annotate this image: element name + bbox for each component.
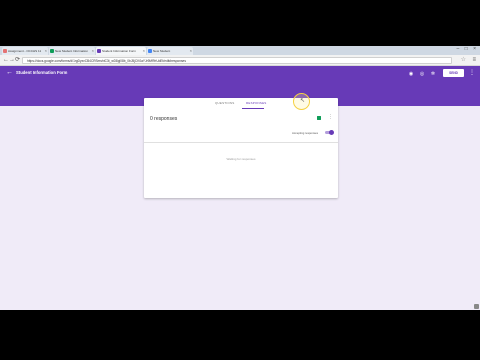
responses-more-icon[interactable]: ⋮ <box>328 114 333 120</box>
favicon-icon <box>148 49 152 53</box>
toggle-knob <box>329 130 334 135</box>
close-tab-icon[interactable]: × <box>45 47 47 55</box>
preview-icon[interactable]: ◎ <box>419 71 425 77</box>
favicon-icon <box>97 49 101 53</box>
browser-tab-active[interactable]: Student Information Form × <box>96 47 146 55</box>
address-bar-row: ← → ⟳ https://docs.google.com/forms/d/1r… <box>0 55 480 66</box>
tab-label: New Student Information <box>55 49 89 53</box>
browser-tab-strip: Assignment - OCCHS 11 × New Student Info… <box>0 46 480 55</box>
settings-icon[interactable]: ✲ <box>430 71 436 77</box>
browser-screen: Assignment - OCCHS 11 × New Student Info… <box>0 46 480 310</box>
close-tab-icon[interactable]: × <box>92 47 94 55</box>
selected-tab-indicator <box>242 108 264 110</box>
accepting-responses-label: Accepting responses <box>292 131 318 135</box>
cursor-highlight: ↖ <box>293 93 310 110</box>
tab-label: New Student <box>153 49 171 53</box>
tab-questions[interactable]: QUESTIONS <box>215 101 234 105</box>
responses-card: QUESTIONS RESPONSES 0 responses ⋮ Accept… <box>144 98 338 198</box>
tab-label: Assignment - OCCHS 11 <box>8 49 42 53</box>
browser-tab[interactable]: Assignment - OCCHS 11 × <box>2 47 48 55</box>
back-arrow-icon[interactable]: ← <box>6 69 13 76</box>
spreadsheet-icon[interactable] <box>317 116 321 120</box>
more-options-icon[interactable]: ⋮ <box>469 69 475 77</box>
close-tab-icon[interactable]: × <box>143 47 145 55</box>
tab-responses[interactable]: RESPONSES <box>246 101 266 105</box>
browser-menu-icon[interactable]: ≡ <box>472 56 476 64</box>
favicon-icon <box>3 49 7 53</box>
empty-state-text: Waiting for responses <box>226 157 256 161</box>
responses-count: 0 responses <box>150 116 178 122</box>
reload-icon[interactable]: ⟳ <box>15 56 20 64</box>
scroll-button-icon[interactable] <box>474 304 479 309</box>
close-tab-icon[interactable]: × <box>190 47 192 55</box>
send-button[interactable]: SEND <box>443 69 464 77</box>
browser-tab[interactable]: New Student Information × <box>49 47 95 55</box>
url-input[interactable]: https://docs.google.com/forms/d/1rgDyxvC… <box>22 56 452 64</box>
tab-label: Student Information Form <box>102 49 137 53</box>
favicon-icon <box>50 49 54 53</box>
form-title: Student Information Form <box>16 70 68 75</box>
accepting-responses-toggle[interactable] <box>325 130 334 135</box>
window-controls[interactable]: – □ × <box>457 46 479 55</box>
bookmark-star-icon[interactable]: ☆ <box>461 56 466 64</box>
divider <box>144 142 338 143</box>
browser-tab[interactable]: New Student × <box>147 47 193 55</box>
palette-icon[interactable]: ◉ <box>408 71 414 77</box>
mouse-pointer-icon: ↖ <box>300 98 306 104</box>
